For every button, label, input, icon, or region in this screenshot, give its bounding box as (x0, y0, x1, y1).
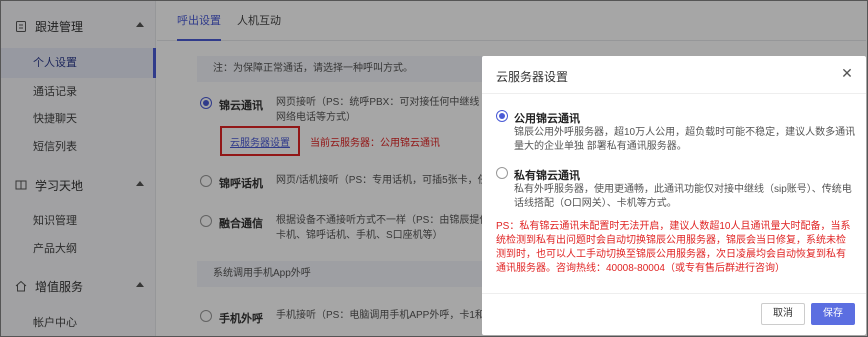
radio-public-server[interactable] (496, 110, 508, 122)
ps-warning: PS：私有锦云通讯未配置时无法开启，建议人数超10人且通讯量大时配备，当系统检测… (496, 221, 851, 274)
cloud-server-modal: 云服务器设置 ✕ 公用锦云通讯 锦辰公用外呼服务器，超10万人公用，超负载时可能… (482, 56, 866, 335)
private-server-label: 私有锦云通讯 (514, 170, 580, 182)
cancel-button[interactable]: 取消 (761, 303, 805, 325)
divider (482, 293, 866, 294)
radio-private-server[interactable] (496, 167, 508, 179)
private-server-desc: 私有外呼服务器，使用更通畅，此通讯功能仅对接中继线（sip账号）、传统电 (514, 184, 852, 195)
private-server-desc: 话线搭配（O口网关）、卡机等方式。 (514, 198, 677, 209)
save-button[interactable]: 保存 (811, 303, 855, 325)
public-server-desc: 锦辰公用外呼服务器，超10万人公用，超负载时可能不稳定，建议人数多通讯 (514, 127, 856, 138)
public-server-label: 公用锦云通讯 (514, 113, 580, 125)
close-icon[interactable]: ✕ (840, 66, 854, 80)
modal-title: 云服务器设置 (496, 70, 569, 84)
divider (482, 93, 866, 94)
public-server-desc: 量大的企业单独 部署私有通讯服务器。 (514, 141, 687, 152)
